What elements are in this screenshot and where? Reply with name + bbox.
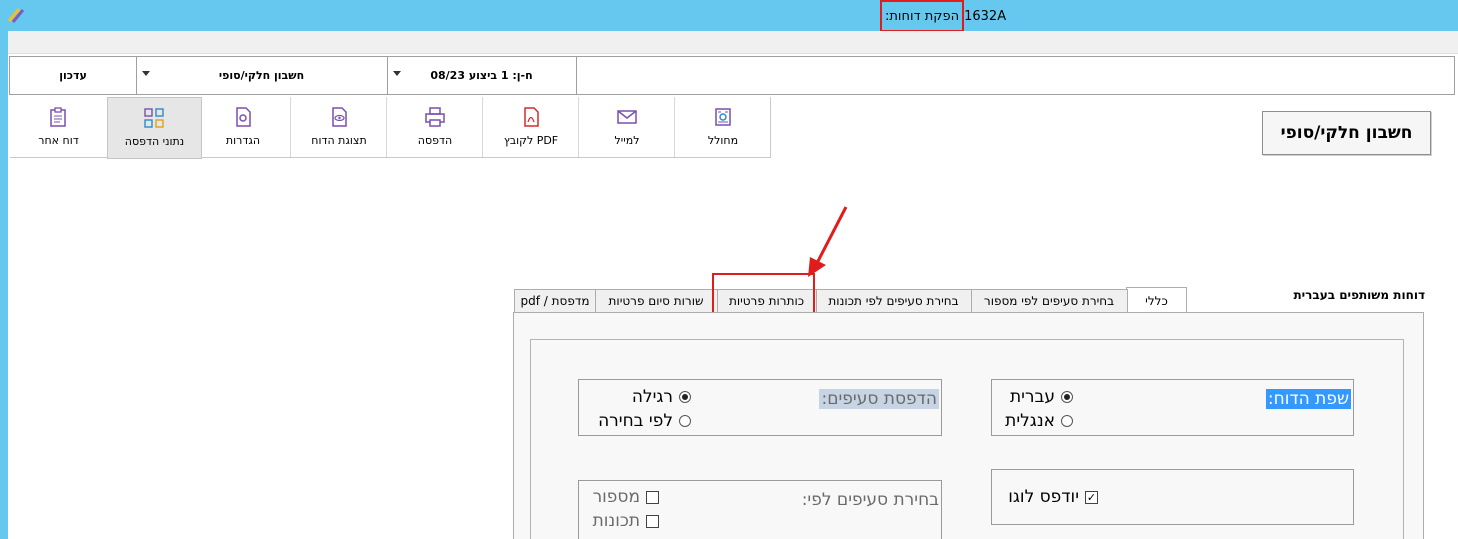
report-language-title: שפת הדוח: — [1265, 389, 1351, 409]
select-by-properties-label: תכונות — [592, 511, 640, 531]
tab-printer-pdf-label: מדפסת / pdf — [520, 294, 590, 308]
clipboard-icon — [50, 107, 66, 127]
account-dropdown[interactable]: ח-ן: 1 ביצוע 08/23 — [387, 57, 577, 94]
chevron-down-icon[interactable] — [142, 71, 150, 76]
report-type-dropdown[interactable]: חשבון חלקי/סופי — [136, 57, 388, 94]
grid-icon — [144, 108, 164, 128]
report-title-text: חשבון חלקי/סופי — [1280, 123, 1413, 143]
window-title: הפקת דוחות: 1632A — [880, 0, 1007, 32]
settings-label: הגדרות — [225, 134, 261, 147]
section-selection-group: בחירת סעיפים לפי: מספור תכונות — [578, 480, 942, 539]
account-value: ח-ן: 1 ביצוע 08/23 — [430, 69, 533, 82]
printing-by-selection-label: לפי בחירה — [598, 411, 673, 431]
tab-select-by-number-label: בחירת סעיפים לפי מספור — [983, 294, 1115, 308]
tab-select-by-properties-label: בחירת סעיפים לפי תכונות — [828, 294, 959, 308]
select-by-properties-option[interactable]: תכונות — [593, 511, 659, 531]
settings-icon — [236, 107, 251, 127]
shared-reports-label: דוחות משותפים בעברית — [1293, 288, 1425, 302]
generator-icon — [715, 108, 731, 126]
printing-by-selection-option[interactable]: לפי בחירה — [598, 411, 691, 431]
printing-regular-radio[interactable] — [679, 391, 691, 403]
preview-icon — [332, 107, 347, 127]
app-icon — [7, 8, 25, 23]
selector-row: עדכון חשבון חלקי/סופי ח-ן: 1 ביצוע 08/23 — [9, 56, 1455, 95]
section-printing-title: הדפסת סעיפים: — [819, 389, 939, 409]
tab-general[interactable]: כללי — [1126, 287, 1187, 314]
print-logo-label: יודפס לוגו — [1008, 487, 1079, 507]
print-logo-group: ✓ יודפס לוגו — [991, 469, 1354, 525]
report-title-button[interactable]: חשבון חלקי/סופי — [1262, 111, 1431, 155]
print-data-button[interactable]: נתוני הדפסה — [107, 97, 202, 159]
tab-printer-pdf[interactable]: מדפסת / pdf — [514, 289, 596, 312]
window-title-code: 1632A — [964, 8, 1007, 24]
other-report-label: דוח אחר — [38, 134, 79, 147]
report-preview-button[interactable]: תצוגת הדוח — [291, 97, 387, 157]
select-by-number-checkbox[interactable] — [646, 490, 659, 504]
pdf-button[interactable]: PDF לקובץ — [483, 97, 579, 157]
select-by-number-label: מספור — [592, 487, 640, 507]
printing-regular-label: רגילה — [631, 387, 673, 407]
refresh-button[interactable]: עדכון — [10, 57, 137, 94]
tab-select-by-properties[interactable]: בחירת סעיפים לפי תכונות — [815, 289, 972, 312]
toolbar: מחולל למייל PDF לקובץ הדפסה תצוגת הדוח ה… — [10, 97, 771, 159]
generator-label: מחולל — [707, 134, 739, 147]
mail-button[interactable]: למייל — [579, 97, 675, 157]
language-english-radio[interactable] — [1061, 415, 1073, 427]
language-hebrew-option[interactable]: עברית — [1010, 387, 1073, 407]
printing-regular-option[interactable]: רגילה — [632, 387, 691, 407]
menu-bar — [8, 31, 1458, 54]
print-logo-option[interactable]: ✓ יודפס לוגו — [1008, 487, 1098, 507]
print-data-label: נתוני הדפסה — [124, 135, 185, 148]
mail-icon — [617, 110, 637, 124]
window-left-border — [0, 31, 8, 539]
language-hebrew-label: עברית — [1009, 387, 1055, 407]
section-selection-title: בחירת סעיפים לפי: — [801, 490, 939, 510]
print-logo-checkbox[interactable]: ✓ — [1085, 490, 1098, 504]
tab-private-footer-lines-label: שורות סיום פרטיות — [608, 294, 704, 308]
language-english-option[interactable]: אנגלית — [1005, 411, 1073, 431]
tab-general-label: כללי — [1145, 294, 1168, 308]
window-title-highlight: הפקת דוחות: — [880, 0, 965, 32]
refresh-label: עדכון — [59, 69, 87, 82]
select-by-number-option[interactable]: מספור — [593, 487, 659, 507]
report-preview-label: תצוגת הדוח — [311, 134, 367, 147]
printing-by-selection-radio[interactable] — [679, 415, 691, 427]
tab-select-by-number[interactable]: בחירת סעיפים לפי מספור — [970, 289, 1128, 312]
settings-button[interactable]: הגדרות — [195, 97, 291, 157]
print-label: הדפסה — [417, 134, 453, 147]
printer-icon — [425, 107, 445, 127]
section-printing-group: הדפסת סעיפים: רגילה לפי בחירה — [578, 379, 942, 436]
tab-private-footer-lines[interactable]: שורות סיום פרטיות — [594, 289, 718, 312]
language-hebrew-radio[interactable] — [1061, 391, 1073, 403]
title-bar — [0, 0, 1458, 31]
other-report-button[interactable]: דוח אחר — [10, 97, 107, 157]
report-type-value: חשבון חלקי/סופי — [218, 69, 305, 82]
pdf-label: PDF לקובץ — [503, 134, 559, 147]
chevron-down-icon[interactable] — [393, 71, 401, 76]
print-button[interactable]: הדפסה — [387, 97, 483, 157]
report-language-group: שפת הדוח: עברית אנגלית — [991, 379, 1354, 436]
language-english-label: אנגלית — [1005, 411, 1055, 431]
window-title-text: הפקת דוחות: — [885, 8, 960, 24]
generator-button[interactable]: מחולל — [675, 97, 771, 157]
mail-label: למייל — [614, 134, 640, 147]
select-by-properties-checkbox[interactable] — [646, 514, 659, 528]
pdf-icon — [524, 107, 539, 127]
